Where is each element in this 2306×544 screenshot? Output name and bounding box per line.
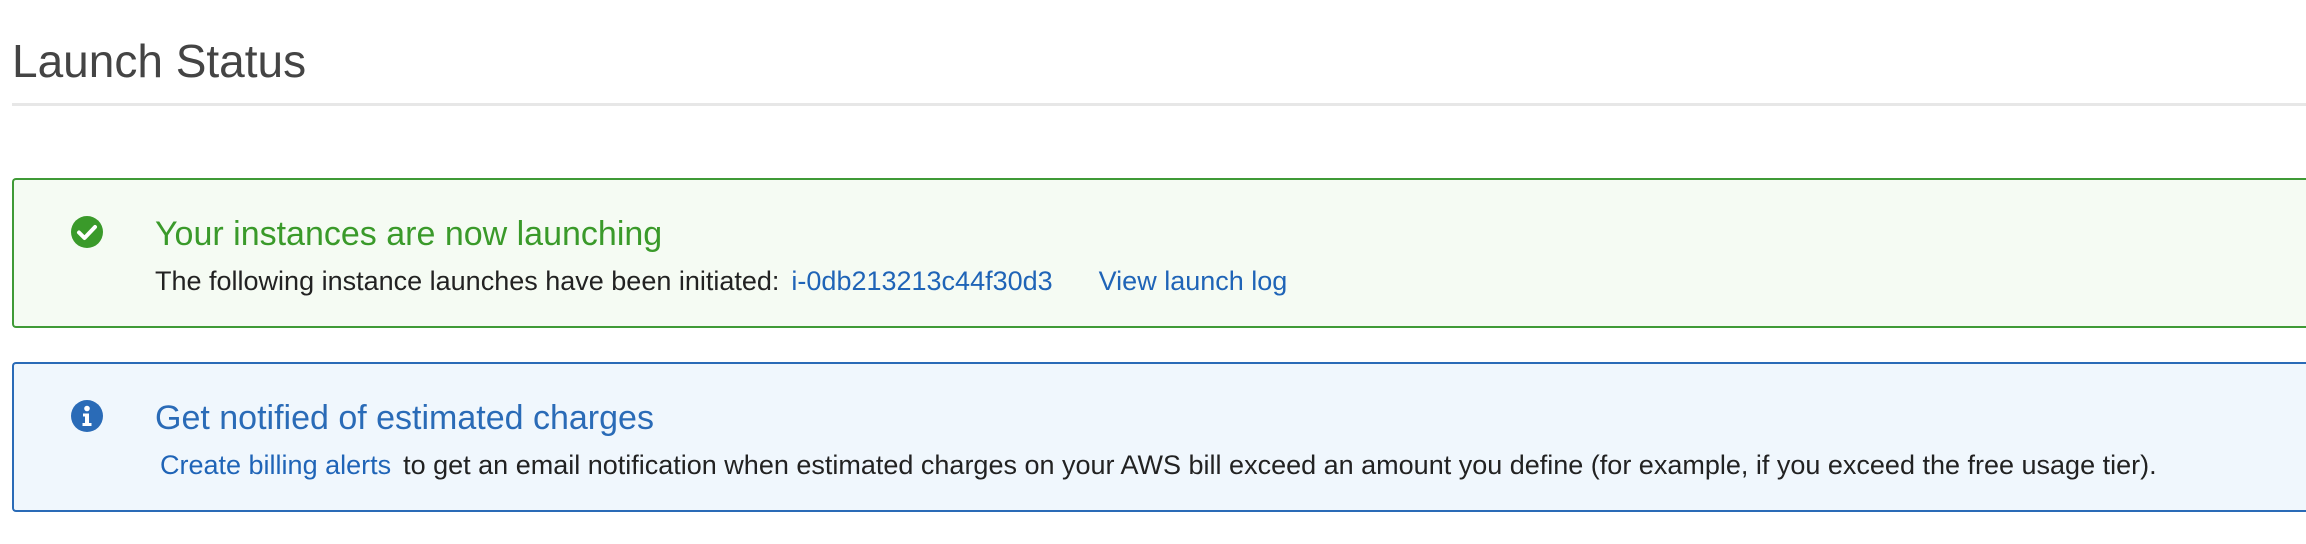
billing-info-text: to get an email notification when estima… [403,450,2157,480]
launch-status-page: Launch Status Your instances are now lau… [0,0,2306,544]
page-title: Launch Status [12,35,307,87]
billing-info-body: Create billing alerts to get an email not… [160,447,2157,483]
instance-id-link[interactable]: i-0db213213c44f30d3 [791,266,1052,296]
launch-success-title: Your instances are now launching [155,215,663,253]
launch-initiated-text: The following instance launches have bee… [155,266,780,296]
create-billing-alerts-link[interactable]: Create billing alerts [160,450,391,480]
billing-info-alert: Get notified of estimated charges Create… [12,362,2306,512]
title-divider [12,103,2306,106]
billing-info-title: Get notified of estimated charges [155,399,654,437]
info-circle-icon [71,400,103,432]
launch-success-body: The following instance launches have bee… [155,263,1287,299]
launch-success-alert: Your instances are now launching The fol… [12,178,2306,328]
view-launch-log-link[interactable]: View launch log [1099,266,1288,296]
check-circle-icon [71,216,103,248]
